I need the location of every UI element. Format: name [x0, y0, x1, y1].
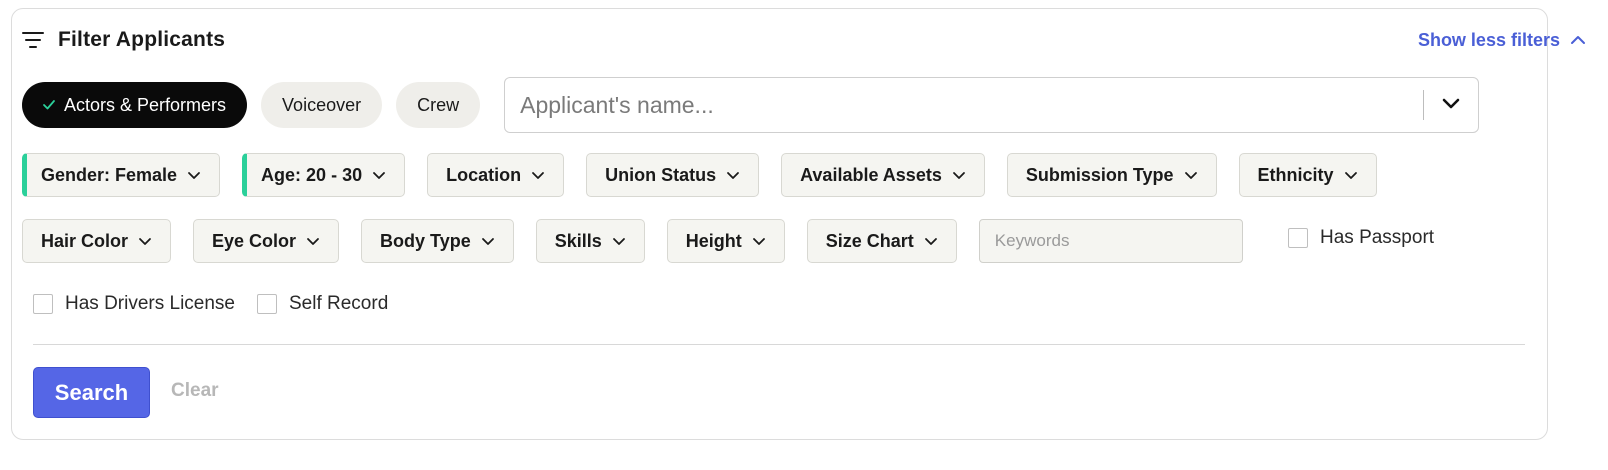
ethnicity-filter-dropdown[interactable]: Ethnicity	[1238, 153, 1377, 197]
chevron-down-icon	[372, 171, 386, 180]
category-actors-performers[interactable]: Actors & Performers	[22, 82, 248, 128]
filter-label: Gender: Female	[41, 164, 178, 185]
filter-label: Size Chart	[825, 230, 914, 251]
name-dropdown-button[interactable]	[1424, 78, 1478, 132]
filter-label: Submission Type	[1025, 164, 1174, 185]
filter-label: Skills	[554, 230, 602, 251]
category-voiceover[interactable]: Voiceover	[261, 82, 383, 128]
filter-label: Location	[446, 164, 522, 185]
checkbox-box[interactable]	[257, 294, 277, 314]
category-label: Voiceover	[282, 94, 362, 115]
applicant-name-combobox	[504, 77, 1480, 133]
checkbox-label: Has Passport	[1320, 227, 1435, 248]
title-group: Filter Applicants	[22, 28, 225, 52]
chevron-down-icon	[726, 171, 740, 180]
chevron-down-icon	[187, 171, 201, 180]
available-assets-filter-dropdown[interactable]: Available Assets	[781, 153, 985, 197]
category-label: Actors & Performers	[64, 94, 227, 115]
chevron-down-icon	[306, 237, 320, 246]
chevron-down-icon	[612, 237, 626, 246]
panel-title: Filter Applicants	[58, 28, 226, 51]
chevron-down-icon	[1442, 96, 1460, 114]
applicant-name-input[interactable]	[505, 78, 1424, 132]
body-type-filter-dropdown[interactable]: Body Type	[361, 219, 514, 263]
filter-lines-icon	[22, 31, 44, 49]
submission-type-filter-dropdown[interactable]: Submission Type	[1006, 153, 1217, 197]
chevron-up-icon	[1570, 35, 1586, 45]
category-row: Actors & Performers Voiceover Crew	[22, 77, 1586, 133]
height-filter-dropdown[interactable]: Height	[666, 219, 785, 263]
checkbox-row: Has Drivers License Self Record	[33, 293, 388, 315]
category-label: Crew	[417, 94, 460, 115]
checkbox-box[interactable]	[1288, 228, 1308, 248]
skills-filter-dropdown[interactable]: Skills	[535, 219, 645, 263]
search-button[interactable]: Search	[33, 367, 150, 418]
check-icon	[42, 99, 56, 111]
checkbox-box[interactable]	[33, 294, 53, 314]
filter-row-primary: Gender: Female Age: 20 - 30 Location Uni…	[22, 153, 1586, 197]
chevron-down-icon	[138, 237, 152, 246]
chevron-down-icon	[481, 237, 495, 246]
category-crew[interactable]: Crew	[396, 82, 481, 128]
checkbox-label: Self Record	[289, 293, 389, 314]
chevron-down-icon	[924, 237, 938, 246]
filter-label: Eye Color	[212, 230, 297, 251]
checkbox-label: Has Drivers License	[65, 293, 235, 314]
chevron-down-icon	[531, 171, 545, 180]
chevron-down-icon	[952, 171, 966, 180]
filter-label: Body Type	[380, 230, 471, 251]
filter-label: Union Status	[605, 164, 717, 185]
filter-label: Available Assets	[800, 164, 942, 185]
filter-label: Age: 20 - 30	[261, 164, 363, 185]
chevron-down-icon	[752, 237, 766, 246]
chevron-down-icon	[1344, 171, 1358, 180]
has-passport-checkbox[interactable]: Has Passport	[1288, 227, 1434, 249]
keywords-input[interactable]	[978, 219, 1243, 263]
filter-label: Ethnicity	[1257, 164, 1334, 185]
show-less-filters-button[interactable]: Show less filters	[1418, 30, 1586, 51]
clear-button[interactable]: Clear	[171, 380, 219, 402]
filter-label: Hair Color	[41, 230, 129, 251]
union-status-filter-dropdown[interactable]: Union Status	[586, 153, 760, 197]
chevron-down-icon	[1184, 171, 1198, 180]
section-divider	[33, 344, 1525, 345]
age-filter-dropdown[interactable]: Age: 20 - 30	[242, 153, 406, 197]
size-chart-filter-dropdown[interactable]: Size Chart	[806, 219, 957, 263]
self-record-checkbox[interactable]: Self Record	[257, 293, 388, 315]
has-drivers-license-checkbox[interactable]: Has Drivers License	[33, 293, 235, 315]
panel-header: Filter Applicants Show less filters	[22, 26, 1586, 54]
toggle-label: Show less filters	[1417, 29, 1560, 50]
hair-color-filter-dropdown[interactable]: Hair Color	[22, 219, 172, 263]
gender-filter-dropdown[interactable]: Gender: Female	[22, 153, 221, 197]
filter-label: Height	[685, 230, 742, 251]
location-filter-dropdown[interactable]: Location	[427, 153, 565, 197]
eye-color-filter-dropdown[interactable]: Eye Color	[193, 219, 340, 263]
